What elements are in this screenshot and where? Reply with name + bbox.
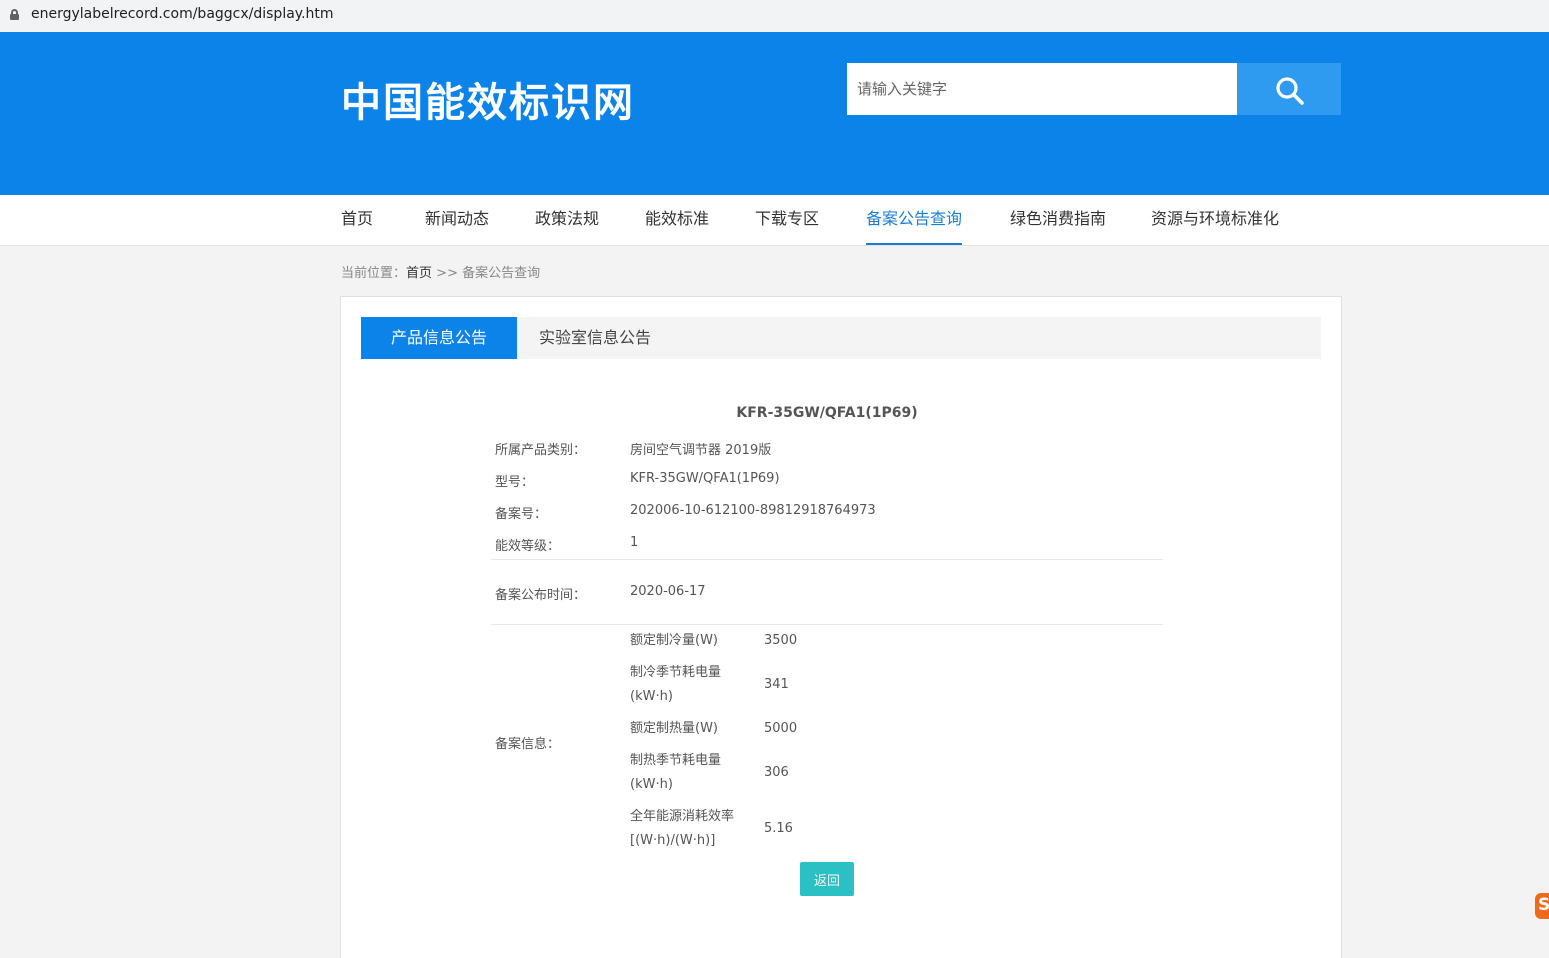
product-title: KFR-35GW/QFA1(1P69) bbox=[736, 405, 918, 421]
field-label-record-number: 备案号： bbox=[495, 507, 548, 522]
nav-item-news[interactable]: 新闻动态 bbox=[425, 195, 489, 245]
record-item-name: 制冷季节耗电量(kW·h) bbox=[630, 665, 722, 704]
divider bbox=[491, 624, 1163, 625]
field-value-model: KFR-35GW/QFA1(1P69) bbox=[630, 471, 780, 486]
site-header: 中国能效标识网 bbox=[0, 32, 1549, 195]
field-label-category: 所属产品类别： bbox=[495, 443, 587, 458]
record-item-name: 制热季节耗电量(kW·h) bbox=[630, 753, 722, 792]
nav-item-green-guide[interactable]: 绿色消费指南 bbox=[1010, 195, 1106, 245]
url-text[interactable]: energylabelrecord.com/baggcx/display.htm bbox=[31, 6, 334, 22]
browser-address-bar[interactable]: energylabelrecord.com/baggcx/display.htm bbox=[0, 0, 1549, 28]
search-icon bbox=[1276, 77, 1304, 105]
field-value-category: 房间空气调节器 2019版 bbox=[630, 443, 772, 458]
field-value-publish-date: 2020-06-17 bbox=[630, 584, 706, 599]
back-button[interactable]: 返回 bbox=[800, 862, 854, 896]
main-nav: 首页 新闻动态 政策法规 能效标准 下载专区 备案公告查询 绿色消费指南 资源与… bbox=[0, 195, 1549, 246]
field-label-model: 型号： bbox=[495, 475, 535, 490]
divider bbox=[491, 559, 1163, 560]
search-input[interactable] bbox=[847, 63, 1237, 115]
field-label-record-info: 备案信息： bbox=[495, 737, 561, 752]
field-label-efficiency-grade: 能效等级： bbox=[495, 539, 561, 554]
floating-side-widget[interactable] bbox=[1535, 893, 1549, 919]
record-item-name: 额定制冷量(W) bbox=[630, 633, 718, 648]
content-panel: 产品信息公告 实验室信息公告 KFR-35GW/QFA1(1P69) 所属产品类… bbox=[340, 296, 1342, 958]
breadcrumb-current: 备案公告查询 bbox=[462, 266, 541, 281]
nav-item-policy[interactable]: 政策法规 bbox=[535, 195, 599, 245]
field-value-record-number: 202006-10-612100-89812918764973 bbox=[630, 503, 876, 518]
tab-lab-info[interactable]: 实验室信息公告 bbox=[517, 317, 673, 359]
site-logo[interactable]: 中国能效标识网 bbox=[341, 70, 635, 128]
breadcrumb: 当前位置：首页 >> 备案公告查询 bbox=[341, 262, 540, 281]
record-item-value: 3500 bbox=[764, 633, 798, 648]
record-item-name: 额定制热量(W) bbox=[630, 721, 718, 736]
field-value-efficiency-grade: 1 bbox=[630, 535, 639, 550]
record-item-value: 306 bbox=[764, 765, 789, 780]
record-item-value: 5000 bbox=[764, 721, 798, 736]
nav-item-downloads[interactable]: 下载专区 bbox=[755, 195, 819, 245]
nav-item-resource-standard[interactable]: 资源与环境标准化 bbox=[1151, 195, 1279, 245]
record-item-value: 5.16 bbox=[764, 821, 793, 836]
breadcrumb-home[interactable]: 首页 bbox=[406, 266, 432, 281]
search-button[interactable] bbox=[1237, 63, 1341, 115]
tab-bar: 产品信息公告 实验室信息公告 bbox=[361, 317, 1321, 359]
breadcrumb-separator: >> bbox=[436, 266, 458, 281]
tab-product-info[interactable]: 产品信息公告 bbox=[361, 317, 517, 359]
record-item-value: 341 bbox=[764, 677, 789, 692]
record-item-name: 全年能源消耗效率[(W·h)/(W·h)] bbox=[630, 809, 735, 848]
lock-icon bbox=[10, 8, 19, 20]
nav-item-standards[interactable]: 能效标准 bbox=[645, 195, 709, 245]
nav-item-record-query[interactable]: 备案公告查询 bbox=[866, 195, 963, 245]
nav-item-home[interactable]: 首页 bbox=[341, 195, 373, 245]
field-label-publish-date: 备案公布时间： bbox=[495, 588, 587, 603]
breadcrumb-prefix: 当前位置： bbox=[341, 266, 407, 281]
